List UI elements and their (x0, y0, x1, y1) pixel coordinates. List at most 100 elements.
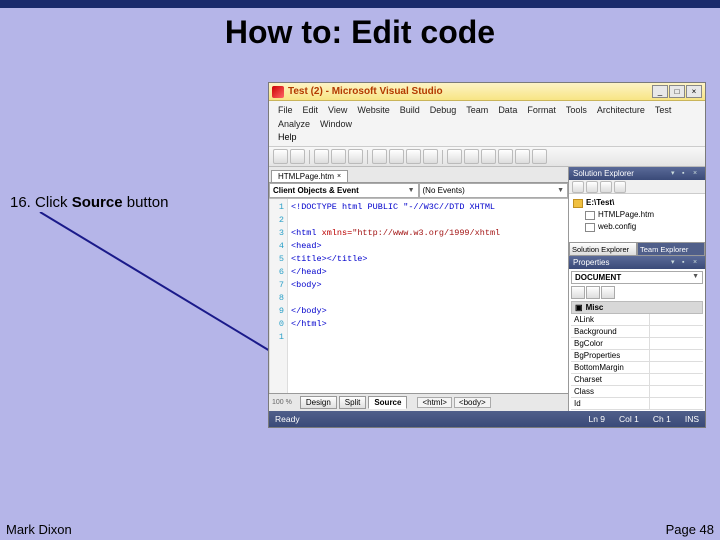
toolbar-button[interactable] (572, 181, 584, 193)
split-tab[interactable]: Split (339, 396, 367, 409)
menu-architecture[interactable]: Architecture (592, 103, 650, 117)
toolbar-button[interactable] (423, 149, 438, 164)
tree-root[interactable]: E:\Test\ (573, 197, 701, 209)
menu-format[interactable]: Format (522, 103, 561, 117)
client-objects-dropdown[interactable]: Client Objects & Event ▼ (269, 183, 419, 198)
menu-bar: File Edit View Website Build Debug Team … (269, 101, 705, 147)
toolbar-button[interactable] (498, 149, 513, 164)
menu-edit[interactable]: Edit (298, 103, 324, 117)
toolbar-button[interactable] (515, 149, 530, 164)
pin-icon[interactable]: ▪ (682, 259, 690, 267)
toolbar-button[interactable] (406, 149, 421, 164)
prop-value[interactable] (650, 350, 703, 361)
maximize-button[interactable]: □ (669, 85, 685, 98)
prop-value[interactable] (650, 398, 703, 409)
breadcrumb-body[interactable]: <body> (454, 397, 491, 408)
prop-value[interactable] (650, 374, 703, 385)
solution-tree[interactable]: E:\Test\ HTMLPage.htm web.config (569, 194, 705, 242)
menu-debug[interactable]: Debug (425, 103, 462, 117)
status-col: Col 1 (619, 414, 639, 424)
status-ch: Ch 1 (653, 414, 671, 424)
toolbar-button[interactable] (586, 181, 598, 193)
prop-value[interactable] (650, 386, 703, 397)
code-line: <!DOCTYPE html PUBLIC "-//W3C//DTD XHTML (291, 202, 495, 212)
menu-help[interactable]: Help (273, 131, 701, 144)
menu-team[interactable]: Team (461, 103, 493, 117)
toolbar-button[interactable] (314, 149, 329, 164)
tree-item-label: HTMLPage.htm (598, 209, 654, 221)
property-row[interactable]: BottomMargin (571, 362, 703, 374)
toolbar-separator (367, 150, 368, 164)
alphabetize-button[interactable] (586, 286, 600, 299)
status-line: Ln 9 (588, 414, 605, 424)
pin-icon[interactable]: ▪ (682, 170, 690, 178)
menu-window[interactable]: Window (315, 117, 357, 131)
prop-name: Class (571, 386, 650, 397)
dropdown-icon[interactable]: ▾ (671, 259, 679, 267)
menu-build[interactable]: Build (395, 103, 425, 117)
menu-file[interactable]: File (273, 103, 298, 117)
toolbar-button[interactable] (447, 149, 462, 164)
team-explorer-tab[interactable]: Team Explorer (637, 242, 705, 256)
document-tab[interactable]: HTMLPage.htm × (271, 170, 348, 182)
design-tab[interactable]: Design (300, 396, 337, 409)
toolbar-button[interactable] (331, 149, 346, 164)
close-button[interactable]: × (686, 85, 702, 98)
property-row[interactable]: Charset (571, 374, 703, 386)
toolbar-button[interactable] (372, 149, 387, 164)
slide-title: How to: Edit code (0, 8, 720, 65)
prop-name: Background (571, 326, 650, 337)
property-row[interactable]: ALink (571, 314, 703, 326)
prop-value[interactable] (650, 326, 703, 337)
events-dropdown[interactable]: (No Events) ▼ (419, 183, 569, 198)
property-group-header[interactable]: ▣ Misc (571, 301, 703, 314)
close-tab-icon[interactable]: × (337, 173, 341, 180)
toolbar-button[interactable] (290, 149, 305, 164)
minimize-button[interactable]: _ (652, 85, 668, 98)
prop-value[interactable] (650, 362, 703, 373)
property-row[interactable]: Background (571, 326, 703, 338)
menu-data[interactable]: Data (493, 103, 522, 117)
property-row[interactable]: BgColor (571, 338, 703, 350)
toolbar-button[interactable] (532, 149, 547, 164)
titlebar: Test (2) - Microsoft Visual Studio _ □ × (269, 83, 705, 101)
toolbar-button[interactable] (481, 149, 496, 164)
menu-website[interactable]: Website (352, 103, 394, 117)
instruction-post: button (123, 194, 169, 211)
toolbar-button[interactable] (464, 149, 479, 164)
properties-object-select[interactable]: DOCUMENT ▼ (571, 271, 703, 284)
code-content: <!DOCTYPE html PUBLIC "-//W3C//DTD XHTML… (288, 199, 568, 393)
properties-button[interactable] (601, 286, 615, 299)
close-icon[interactable]: × (693, 259, 701, 267)
toolbar-button[interactable] (614, 181, 626, 193)
property-row[interactable]: Class (571, 386, 703, 398)
breadcrumb-html[interactable]: <html> (417, 397, 451, 408)
dropdown-icon[interactable]: ▾ (671, 170, 679, 178)
menu-test[interactable]: Test (650, 103, 677, 117)
instruction-text: 16. Click Source button (10, 194, 168, 211)
menu-tools[interactable]: Tools (561, 103, 592, 117)
categorize-button[interactable] (571, 286, 585, 299)
tree-item[interactable]: HTMLPage.htm (573, 209, 701, 221)
solution-explorer-tab[interactable]: Solution Explorer (569, 242, 637, 256)
code-line: <body> (291, 279, 565, 292)
source-tab[interactable]: Source (368, 396, 407, 409)
menu-view[interactable]: View (323, 103, 352, 117)
zoom-label: 100 % (272, 399, 292, 406)
line-gutter: 1 2 3 4 5 6 7 8 9 0 1 (270, 199, 288, 393)
property-row[interactable]: BgProperties (571, 350, 703, 362)
close-icon[interactable]: × (693, 170, 701, 178)
status-ready: Ready (275, 414, 300, 424)
prop-value[interactable] (650, 314, 703, 325)
tree-item[interactable]: web.config (573, 221, 701, 233)
toolbar-button[interactable] (389, 149, 404, 164)
property-row[interactable]: Id (571, 398, 703, 410)
prop-value[interactable] (650, 338, 703, 349)
code-line: </head> (291, 266, 565, 279)
toolbar-button[interactable] (348, 149, 363, 164)
code-editor[interactable]: 1 2 3 4 5 6 7 8 9 0 1 <!DOCTYPE html PUB… (269, 199, 568, 393)
toolbar-button[interactable] (600, 181, 612, 193)
status-ins: INS (685, 414, 699, 424)
toolbar-button[interactable] (273, 149, 288, 164)
menu-analyze[interactable]: Analyze (273, 117, 315, 131)
